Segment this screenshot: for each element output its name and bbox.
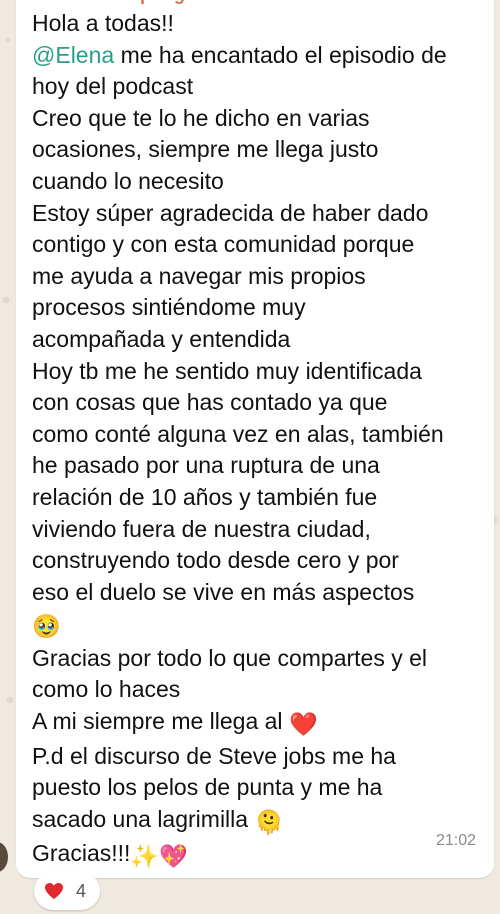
message-line: Hola a todas!! xyxy=(32,10,174,36)
message-line: como conté alguna vez en alas, también xyxy=(32,420,444,447)
message-line: procesos sintiéndome muy xyxy=(32,294,306,321)
message-line: como lo haces xyxy=(32,676,181,703)
mention-link[interactable]: @Elena xyxy=(32,42,114,68)
message-line: he pasado por una ruptura de una xyxy=(32,452,380,479)
message-line: Hoy tb me he sentido muy identificada xyxy=(32,357,422,384)
message-line: 🥹 xyxy=(32,608,480,643)
message-timestamp: 21:02 xyxy=(435,832,476,849)
message-line: me ayuda a navegar mis propios xyxy=(32,262,366,289)
message-line: cuando lo necesito xyxy=(32,167,224,194)
heart-icon xyxy=(45,883,63,899)
message-line: P.d el discurso de Steve jobs me ha xyxy=(32,742,396,769)
sender-name[interactable]: Flor Retiro Spring xyxy=(32,0,480,8)
message-bubble[interactable]: Flor Retiro Spring Hola a todas!! @Elena… xyxy=(16,0,494,878)
message-line: sacado una lagrimilla 🫠 xyxy=(32,804,480,839)
message-line: @Elena me ha encantado el episodio de xyxy=(32,40,480,72)
message-line-text: me ha encantado el episodio de xyxy=(120,41,447,68)
message-line-text: sacado una lagrimilla xyxy=(32,805,249,832)
message-line: eso el duelo se vive en más aspectos xyxy=(32,578,415,605)
message-line: contigo y con esta comunidad porque xyxy=(32,231,415,258)
message-line: viviendo fuera de nuestra ciudad, xyxy=(32,515,371,542)
sparkles-icon: ✨ xyxy=(130,843,160,870)
melting-face-icon: 🫠 xyxy=(254,808,284,835)
reaction-count: 4 xyxy=(76,880,87,901)
message-line: puesto los pelos de punta y me ha xyxy=(32,774,383,801)
heart-icon: ❤️ xyxy=(288,711,318,738)
message-line: acompañada y entendida xyxy=(32,325,291,352)
message-line: con cosas que has contado ya que xyxy=(32,389,388,416)
message-line-text: A mi siempre me llega al xyxy=(32,708,283,735)
message-line: construyendo todo desde cero y por xyxy=(32,547,399,574)
message-line: A mi siempre me llega al ❤️ xyxy=(32,706,480,741)
message-line-text: Gracias!!! xyxy=(32,840,131,867)
message-line: relación de 10 años y también fue xyxy=(32,483,378,510)
pleading-face-icon: 🥹 xyxy=(32,613,61,640)
message-line: hoy del podcast xyxy=(32,73,194,100)
sparkling-heart-icon: 💖 xyxy=(159,843,188,870)
message-line: Estoy súper agradecida de haber dado xyxy=(32,199,429,226)
message-line: Gracias!!!✨💖 xyxy=(32,838,480,873)
reaction-badge[interactable]: 4 xyxy=(34,872,101,910)
message-line: Gracias por todo lo que compartes y el xyxy=(32,644,428,671)
message-text: Hola a todas!! @Elena me ha encantado el… xyxy=(32,8,480,873)
message-line: Creo que te lo he dicho en varias xyxy=(32,104,370,131)
message-line: ocasiones, siempre me llega justo xyxy=(32,136,379,163)
